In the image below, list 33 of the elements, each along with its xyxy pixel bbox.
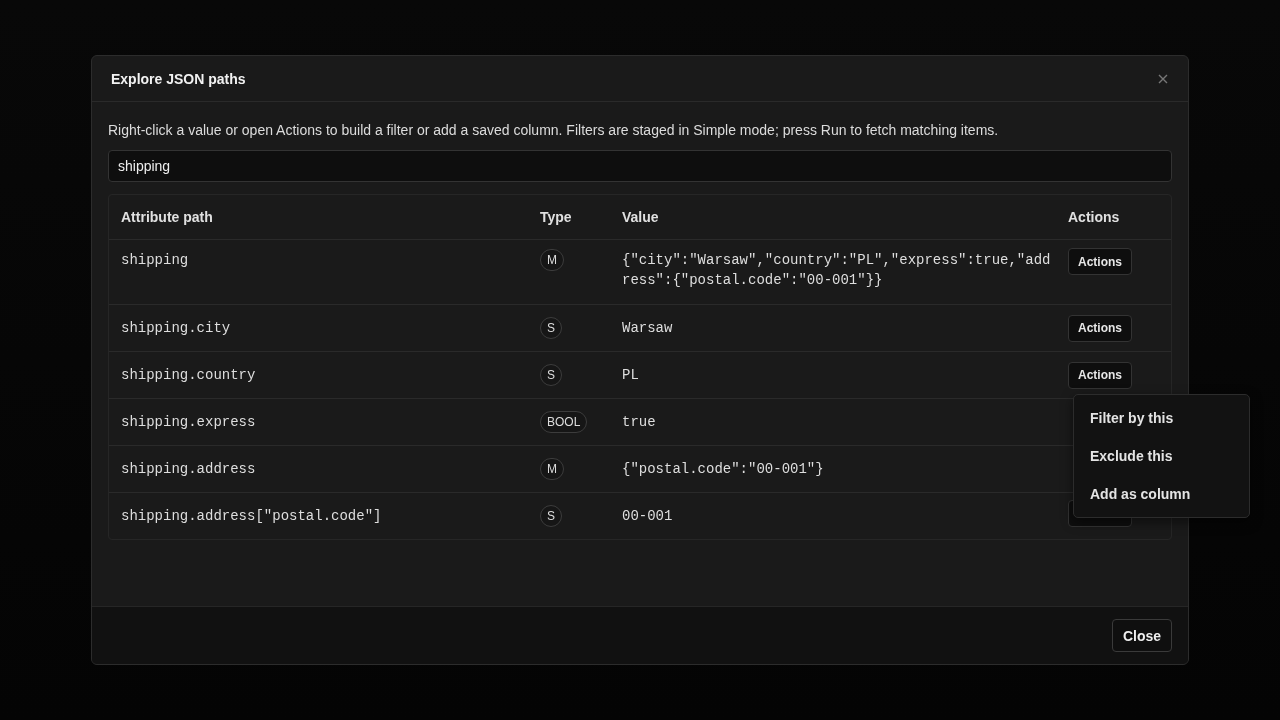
- value-text: {"city":"Warsaw","country":"PL","express":true,"address":{"postal.code":"00-001"}}: [622, 252, 1051, 288]
- actions-button[interactable]: Actions: [1068, 361, 1132, 389]
- type-badge: S: [540, 317, 562, 339]
- dialog-title: Explore JSON paths: [111, 70, 246, 87]
- actions-button[interactable]: Actions: [1068, 314, 1132, 342]
- column-header: Attribute path: [121, 209, 213, 225]
- attribute-path: shipping.address: [121, 461, 256, 477]
- value-text: Warsaw: [622, 320, 673, 336]
- attribute-path: shipping.country: [121, 367, 256, 383]
- menu-item[interactable]: Exclude this: [1074, 437, 1249, 475]
- value-text: 00-001: [622, 508, 673, 524]
- column-header: Value: [622, 209, 659, 225]
- actions-button[interactable]: Actions: [1068, 248, 1132, 275]
- search-field[interactable]: shipping: [108, 150, 1172, 182]
- column-header: Type: [540, 209, 572, 225]
- column-header: Actions: [1068, 209, 1120, 225]
- menu-item[interactable]: Add as column: [1074, 475, 1249, 513]
- attribute-path: shipping.express: [121, 414, 256, 430]
- close-button[interactable]: Close: [1111, 619, 1172, 652]
- attribute-path: shipping: [121, 252, 189, 268]
- close-icon[interactable]: [1158, 73, 1168, 84]
- type-badge: M: [540, 458, 564, 480]
- value-text: PL: [622, 367, 639, 383]
- type-badge: BOOL: [540, 411, 588, 433]
- type-badge: S: [540, 364, 562, 386]
- attribute-path: shipping.address["postal.code"]: [121, 508, 382, 524]
- attribute-path: shipping.city: [121, 320, 231, 336]
- type-badge: S: [540, 505, 562, 527]
- value-text: true: [622, 414, 656, 430]
- value-text: {"postal.code":"00-001"}: [622, 461, 824, 477]
- type-badge: M: [540, 249, 564, 271]
- menu-item[interactable]: Filter by this: [1074, 399, 1249, 437]
- description-text: Right-click a value or open Actions to build a filter or add a saved column. Filters are staged in Simple mode; press Run to fetch matching items.: [108, 122, 1000, 138]
